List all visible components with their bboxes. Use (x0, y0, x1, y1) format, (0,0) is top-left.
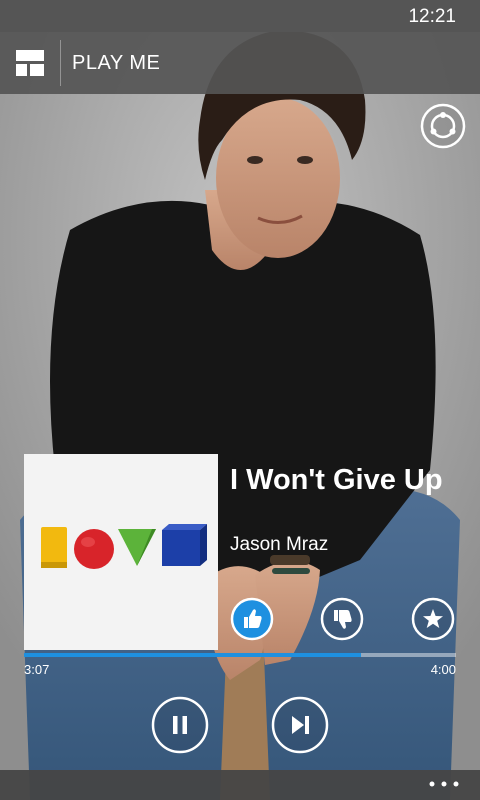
star-icon (411, 597, 455, 641)
more-button[interactable] (426, 776, 462, 792)
thumbs-up-icon (230, 597, 274, 641)
status-time: 12:21 (408, 6, 456, 27)
song-title: I Won't Give Up (230, 464, 443, 496)
song-artist: Jason Mraz (230, 534, 329, 555)
progress-fill (24, 653, 361, 657)
next-button[interactable] (271, 696, 329, 754)
status-bar: 12:21 (0, 0, 480, 32)
thumbs-down-icon (320, 597, 364, 641)
app-bar (0, 770, 480, 800)
thumbs-down-button[interactable] (320, 597, 364, 641)
app-header: PLAY ME (0, 32, 480, 94)
progress-bar[interactable] (24, 653, 456, 657)
time-total: 4:00 (430, 662, 456, 677)
artist-background-photo (0, 0, 480, 800)
pause-icon (151, 696, 209, 754)
more-dots-icon (429, 781, 459, 787)
screen: 12:21 PLAY ME I Won't Give Up Jason Mraz… (0, 0, 480, 800)
page-title: PLAY ME (72, 52, 161, 74)
thumbs-up-button[interactable] (230, 597, 274, 641)
skip-next-icon (271, 696, 329, 754)
share-button[interactable] (420, 103, 466, 149)
header-divider (60, 40, 61, 86)
album-art (24, 454, 218, 650)
share-icon (420, 103, 466, 149)
layout-grid-icon[interactable] (16, 50, 44, 76)
pause-button[interactable] (151, 696, 209, 754)
time-elapsed: 3:07 (24, 662, 50, 677)
star-button[interactable] (411, 597, 455, 641)
